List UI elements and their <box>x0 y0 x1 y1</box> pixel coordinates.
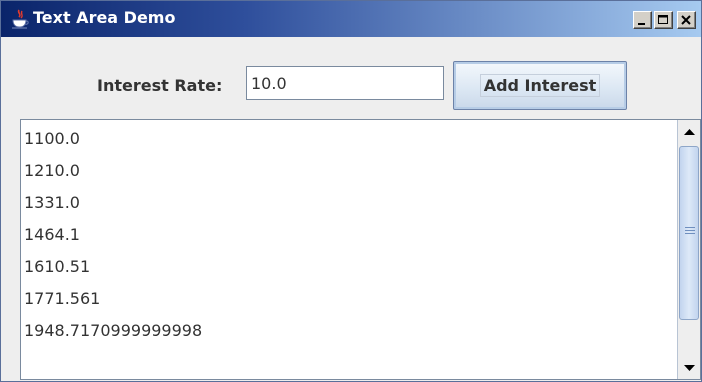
text-line: 1948.7170999999998 <box>24 321 203 340</box>
close-icon <box>681 15 691 25</box>
java-cup-icon <box>12 9 29 29</box>
text-line: 1210.0 <box>24 161 80 180</box>
text-line: 1610.51 <box>24 257 91 276</box>
vertical-scrollbar[interactable] <box>677 120 700 379</box>
text-area-content[interactable]: 1100.0 1210.0 1331.0 1464.1 1610.51 1771… <box>21 120 676 379</box>
title-bar[interactable]: Text Area Demo <box>1 1 701 37</box>
window-title: Text Area Demo <box>33 8 176 27</box>
interest-rate-input[interactable] <box>246 66 444 100</box>
text-line: 1771.561 <box>24 289 101 308</box>
maximize-button[interactable] <box>654 11 673 29</box>
text-line: 1464.1 <box>24 225 80 244</box>
add-interest-button[interactable]: Add Interest <box>453 61 627 110</box>
grip-icon <box>685 227 695 234</box>
maximize-icon <box>658 15 668 24</box>
app-window: Text Area Demo Interest Rate: Add Intere… <box>0 0 702 382</box>
text-line: 1100.0 <box>24 129 80 148</box>
minimize-icon <box>638 23 645 25</box>
text-line: 1331.0 <box>24 193 80 212</box>
minimize-button[interactable] <box>633 11 652 29</box>
output-text-area[interactable]: 1100.0 1210.0 1331.0 1464.1 1610.51 1771… <box>20 119 701 380</box>
interest-rate-label: Interest Rate: <box>97 76 223 95</box>
scrollbar-thumb[interactable] <box>679 146 699 320</box>
add-interest-button-label: Add Interest <box>479 74 601 97</box>
close-button[interactable] <box>677 11 696 29</box>
arrow-up-icon[interactable] <box>679 121 700 144</box>
arrow-down-icon[interactable] <box>679 356 700 379</box>
